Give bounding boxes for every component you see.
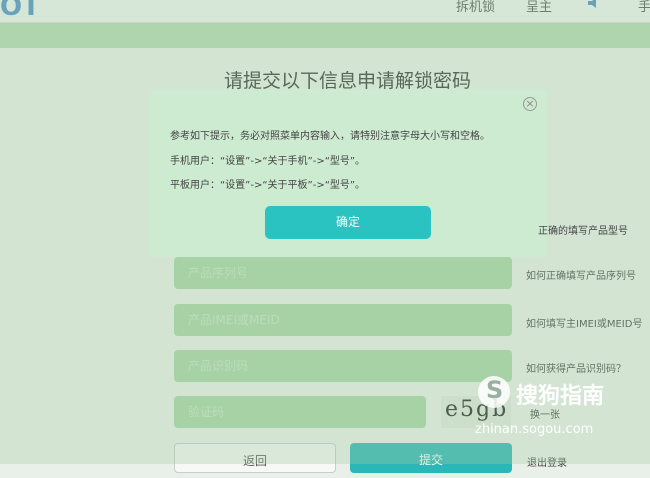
dialog-instruction: 参考如下提示，务必对照菜单内容输入，请特别注意字母大小写和空格。: [170, 131, 490, 142]
hint-dialog: × 参考如下提示，务必对照菜单内容输入，请特别注意字母大小写和空格。 手机用户：…: [150, 89, 547, 257]
dialog-tablet-path: 平板用户：“设置”->“关于平板”->“型号”。: [170, 180, 366, 191]
model-help-link[interactable]: 正确的填写产品型号: [538, 222, 628, 237]
sogou-logo-letter: S: [486, 376, 504, 404]
dialog-phone-path: 手机用户：“设置”->“关于手机”->“型号”。: [170, 156, 366, 167]
confirm-button[interactable]: 确定: [265, 206, 431, 239]
watermark-text: 搜狗指南: [516, 384, 605, 409]
close-icon[interactable]: ×: [523, 97, 537, 111]
watermark-url: zhinan.sogou.com: [475, 422, 594, 437]
